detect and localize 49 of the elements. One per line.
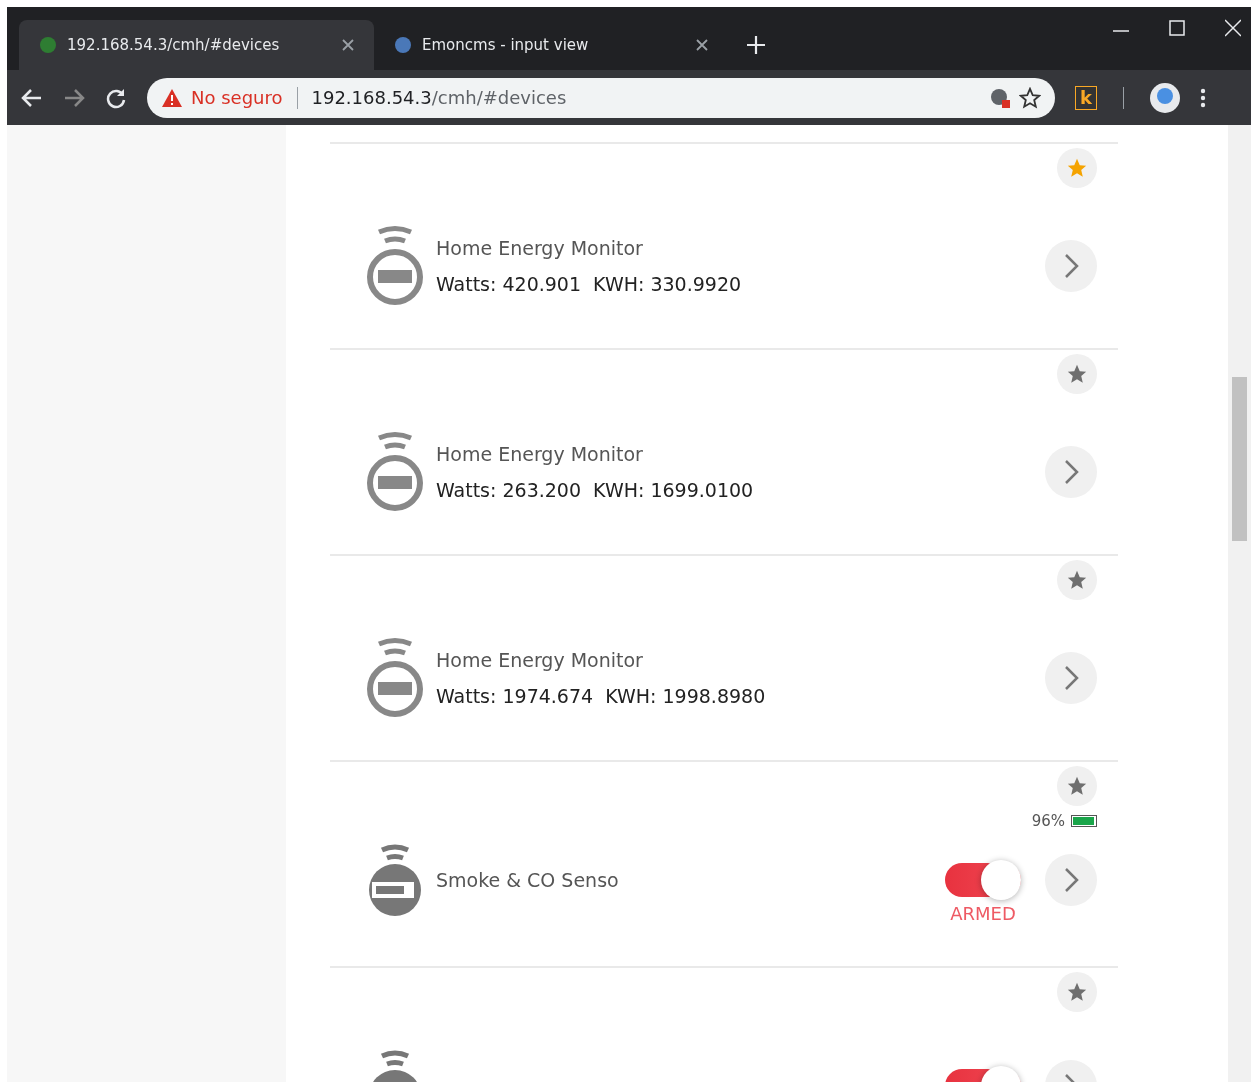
browser-tab[interactable]: Emoncms - input view bbox=[374, 20, 729, 70]
toggle-label: ARMED bbox=[950, 903, 1016, 924]
favorite-button[interactable] bbox=[1057, 560, 1097, 600]
battery-percent: 96% bbox=[1031, 812, 1065, 830]
device-reading: Watts: 1974.674 KWH: 1998.8980 bbox=[436, 685, 767, 707]
chevron-right-icon bbox=[1063, 253, 1079, 279]
chevron-right-icon bbox=[1063, 459, 1079, 485]
site-icon bbox=[394, 36, 412, 54]
url-text: 192.168.54.3/cmh/#devices bbox=[311, 87, 568, 108]
meter-icon bbox=[366, 430, 424, 514]
browser-tab[interactable]: 192.168.54.3/cmh/#devices bbox=[19, 20, 374, 70]
chevron-right-icon bbox=[1063, 665, 1079, 691]
device-name: Home Energy Monitor bbox=[436, 237, 644, 259]
meter-icon bbox=[366, 224, 424, 308]
chevron-button[interactable] bbox=[1045, 446, 1097, 498]
star-icon bbox=[1066, 363, 1088, 385]
favorite-button[interactable] bbox=[1057, 354, 1097, 394]
extension-icon[interactable]: k bbox=[1075, 85, 1097, 110]
new-tab-icon[interactable] bbox=[747, 36, 765, 54]
chevron-right-icon bbox=[1063, 867, 1079, 893]
forward-icon[interactable] bbox=[63, 86, 85, 109]
avatar-icon[interactable] bbox=[1150, 82, 1180, 113]
star-icon bbox=[1066, 981, 1088, 1003]
device-name: Home Energy Monitor bbox=[436, 443, 644, 465]
device-name: Smoke & CO Senso bbox=[436, 869, 620, 891]
chevron-button[interactable] bbox=[1045, 240, 1097, 292]
star-icon bbox=[1066, 775, 1088, 797]
warning-icon bbox=[161, 87, 183, 108]
favorite-button[interactable] bbox=[1057, 766, 1097, 806]
device-reading: Watts: 263.200 KWH: 1699.0100 bbox=[436, 479, 755, 501]
arm-toggle[interactable] bbox=[945, 863, 1021, 897]
close-icon[interactable] bbox=[696, 39, 708, 51]
device-reading: Watts: 420.901 KWH: 330.9920 bbox=[436, 273, 743, 295]
star-icon bbox=[1066, 157, 1088, 179]
chevron-button[interactable] bbox=[1045, 652, 1097, 704]
star-icon[interactable] bbox=[1019, 86, 1041, 109]
back-icon[interactable] bbox=[21, 86, 43, 109]
sensor-icon bbox=[366, 842, 424, 918]
device-name: Home Energy Monitor bbox=[436, 649, 644, 671]
favorite-button[interactable] bbox=[1057, 972, 1097, 1012]
chevron-button[interactable] bbox=[1045, 854, 1097, 906]
menu-icon[interactable] bbox=[1200, 86, 1206, 109]
address-bar[interactable]: No seguro 192.168.54.3/cmh/#devices bbox=[147, 77, 1055, 118]
star-icon bbox=[1066, 569, 1088, 591]
meter-icon bbox=[366, 636, 424, 720]
battery-icon bbox=[1071, 815, 1097, 827]
scrollbar[interactable] bbox=[1228, 125, 1251, 1082]
site-icon bbox=[39, 36, 57, 54]
security-label: No seguro bbox=[191, 87, 283, 108]
